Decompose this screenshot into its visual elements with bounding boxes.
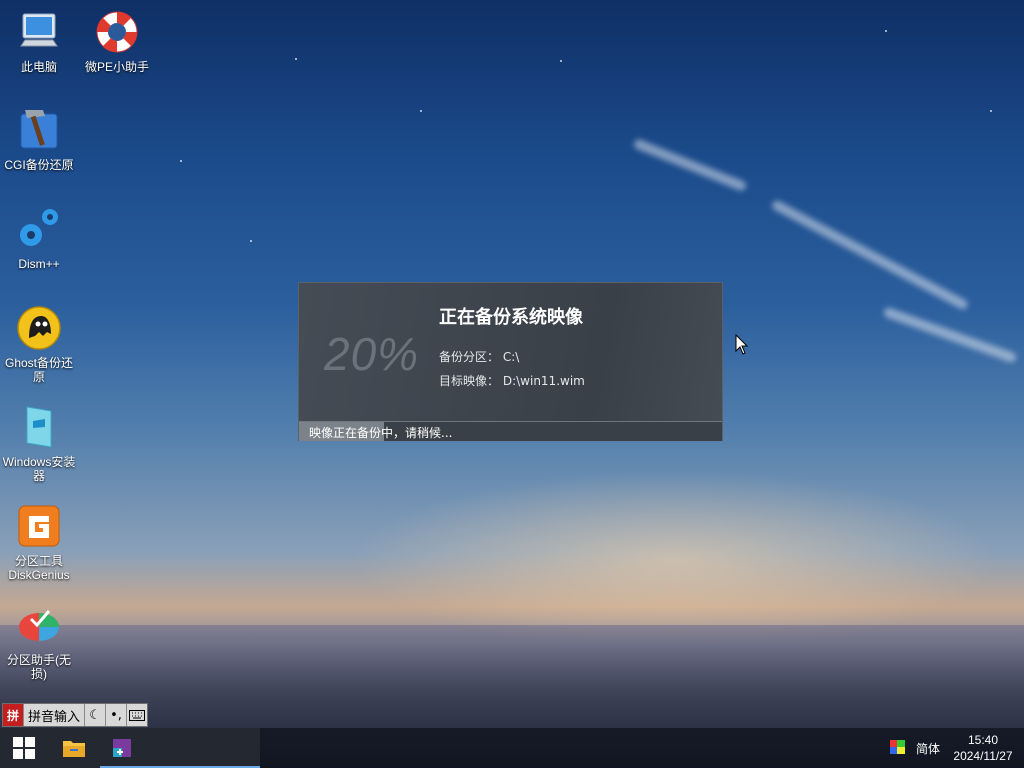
desktop-icon-label: CGI备份还原	[4, 158, 74, 172]
desktop-icon-ghost[interactable]: Ghost备份还原	[1, 304, 77, 384]
progress-bar: 映像正在备份中，请稍候...	[299, 421, 722, 441]
windows-installer-icon	[26, 406, 52, 448]
source-label: 备份分区：	[439, 350, 500, 364]
ime-name[interactable]: 拼音输入	[24, 704, 86, 726]
desktop-icon-label: 此电脑	[20, 60, 57, 74]
desktop-icon-label: Dism++	[18, 257, 60, 271]
target-value: D:\win11.wim	[502, 374, 585, 388]
cloud-streak	[770, 198, 970, 312]
star	[420, 110, 422, 112]
desktop-icon-partition-assistant[interactable]: 分区助手(无损)	[1, 601, 77, 681]
desktop-icon-label: 分区助手(无损)	[7, 653, 71, 681]
desktop-icon-windows-installer[interactable]: Windows安装器	[1, 403, 77, 483]
taskbar	[0, 728, 1024, 768]
taskbar-clock[interactable]: 15:40 2024/11/27	[944, 732, 1022, 764]
progress-percent: 20%	[324, 328, 420, 380]
star	[180, 160, 182, 162]
lifebuoy-icon	[96, 11, 138, 53]
mouse-cursor-icon	[735, 334, 749, 355]
app-window-icon[interactable]	[98, 728, 146, 768]
language-indicator[interactable]: 简体	[916, 740, 940, 757]
desktop-icon-label: Windows安装器	[2, 455, 76, 483]
star	[250, 240, 252, 242]
cloud-streak	[632, 137, 748, 193]
backup-progress-dialog: 20% 正在备份系统映像 备份分区： C:\ 目标映像： D:\win11.wi…	[298, 282, 723, 441]
star	[990, 110, 992, 112]
file-explorer-icon[interactable]	[50, 728, 98, 768]
progress-status-text: 映像正在备份中，请稍候...	[309, 426, 453, 440]
desktop-icon-diskgenius[interactable]: 分区工具DiskGenius	[1, 502, 77, 582]
star	[295, 58, 297, 60]
moon-icon[interactable]: ☾	[85, 704, 107, 726]
desktop-icon-dism[interactable]: Dism++	[1, 205, 77, 271]
diskgenius-icon	[18, 505, 60, 547]
gears-icon	[20, 209, 58, 246]
desktop-icon-label: 微PE小助手	[84, 60, 149, 74]
sunset-glow	[350, 470, 1000, 650]
star	[560, 60, 562, 62]
clock-date: 2024/11/27	[953, 749, 1013, 763]
target-image-row: 目标映像： D:\win11.wim	[439, 372, 585, 389]
ime-toolbar: 拼 拼音输入 ☾ •,	[2, 703, 149, 727]
clock-time: 15:40	[967, 733, 999, 747]
desktop-icon-pe-helper[interactable]: 微PE小助手	[79, 8, 155, 74]
computer-icon	[20, 13, 58, 47]
desktop-icon-cgi-backup[interactable]: CGI备份还原	[1, 106, 77, 172]
source-partition-row: 备份分区： C:\	[439, 348, 519, 365]
dialog-title: 正在备份系统映像	[439, 307, 583, 328]
source-value: C:\	[502, 350, 520, 364]
desktop-icon-label: Ghost备份还原	[4, 356, 74, 384]
color-display-icon[interactable]	[890, 740, 905, 754]
cloud-streak	[882, 306, 1018, 364]
windows-start-icon[interactable]	[0, 728, 48, 768]
punctuation-icon[interactable]: •,	[106, 704, 128, 726]
keyboard-icon[interactable]	[127, 704, 147, 726]
partition-assistant-icon	[19, 610, 59, 641]
target-label: 目标映像：	[439, 374, 500, 388]
desktop-icon-label: 分区工具DiskGenius	[8, 554, 70, 582]
desktop-icon-this-pc[interactable]: 此电脑	[1, 8, 77, 74]
ghost-icon	[17, 306, 61, 350]
ime-logo[interactable]: 拼	[3, 704, 24, 726]
star	[885, 30, 887, 32]
hammer-icon	[20, 110, 58, 149]
